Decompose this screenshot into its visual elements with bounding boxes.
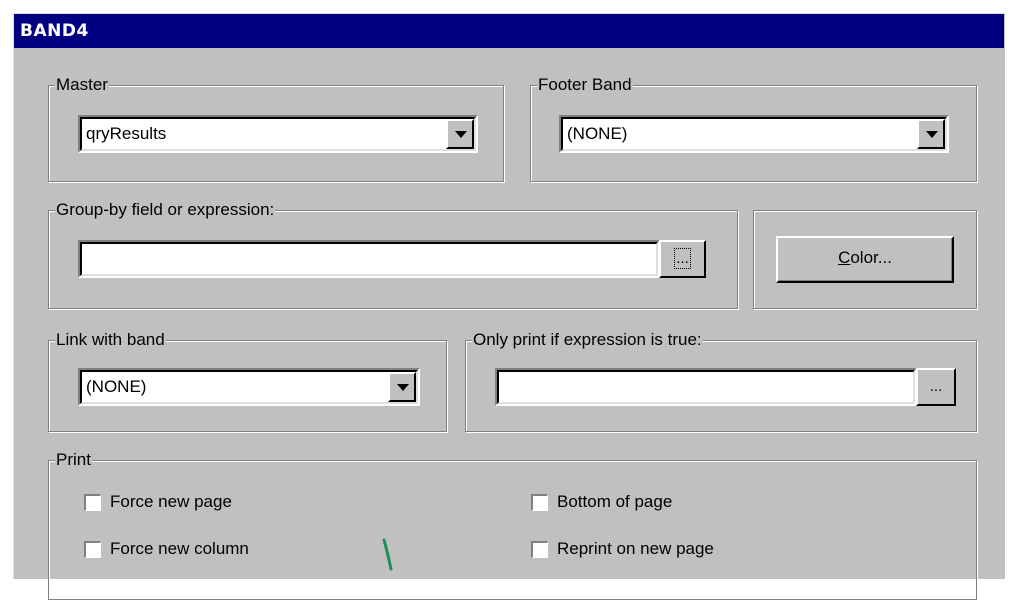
footer-band-select-value: (NONE) xyxy=(567,124,628,143)
footer-band-legend: Footer Band xyxy=(537,74,633,96)
group-by-ellipsis-button[interactable]: ... xyxy=(659,240,706,278)
footer-band-dropdown-button[interactable] xyxy=(917,119,945,149)
master-select[interactable]: qryResults xyxy=(78,115,478,153)
link-band-select-value: (NONE) xyxy=(86,377,147,396)
color-button-label: olor... xyxy=(850,248,892,267)
master-dropdown-button[interactable] xyxy=(446,119,474,149)
chevron-down-icon xyxy=(397,384,409,391)
group-by-legend: Group-by field or expression: xyxy=(55,199,276,221)
color-button[interactable]: Color... xyxy=(776,236,954,283)
link-band-select[interactable]: (NONE) xyxy=(78,368,420,406)
link-band-legend: Link with band xyxy=(55,329,166,351)
force-new-page-box[interactable] xyxy=(84,494,101,511)
only-print-input[interactable] xyxy=(495,368,917,406)
master-legend: Master xyxy=(55,74,109,96)
master-select-value: qryResults xyxy=(86,124,167,143)
only-print-ellipsis-button[interactable]: ... xyxy=(916,368,956,406)
footer-band-select[interactable]: (NONE) xyxy=(559,115,949,153)
only-print-ellipsis-label: ... xyxy=(929,378,943,395)
bottom-of-page-label: Bottom of page xyxy=(557,492,673,511)
print-legend: Print xyxy=(55,449,92,471)
print-group: Print xyxy=(48,449,977,600)
force-new-page-label: Force new page xyxy=(110,492,232,511)
group-by-ellipsis-label: ... xyxy=(674,248,691,269)
bottom-of-page-box[interactable] xyxy=(531,494,548,511)
only-print-legend: Only print if expression is true: xyxy=(472,329,703,351)
reprint-on-new-page-box[interactable] xyxy=(531,541,548,558)
color-button-accel: C xyxy=(838,248,851,267)
chevron-down-icon xyxy=(926,131,938,138)
reprint-on-new-page-label: Reprint on new page xyxy=(557,539,714,558)
link-band-dropdown-button[interactable] xyxy=(388,372,416,402)
group-by-input[interactable] xyxy=(78,240,660,278)
band-dialog: BAND4 Master qryResults Footer Band (NON… xyxy=(13,13,1005,600)
chevron-down-icon xyxy=(455,131,467,138)
force-new-column-box[interactable] xyxy=(84,541,101,558)
window-title: BAND4 xyxy=(14,14,1004,48)
force-new-column-label: Force new column xyxy=(110,539,249,558)
